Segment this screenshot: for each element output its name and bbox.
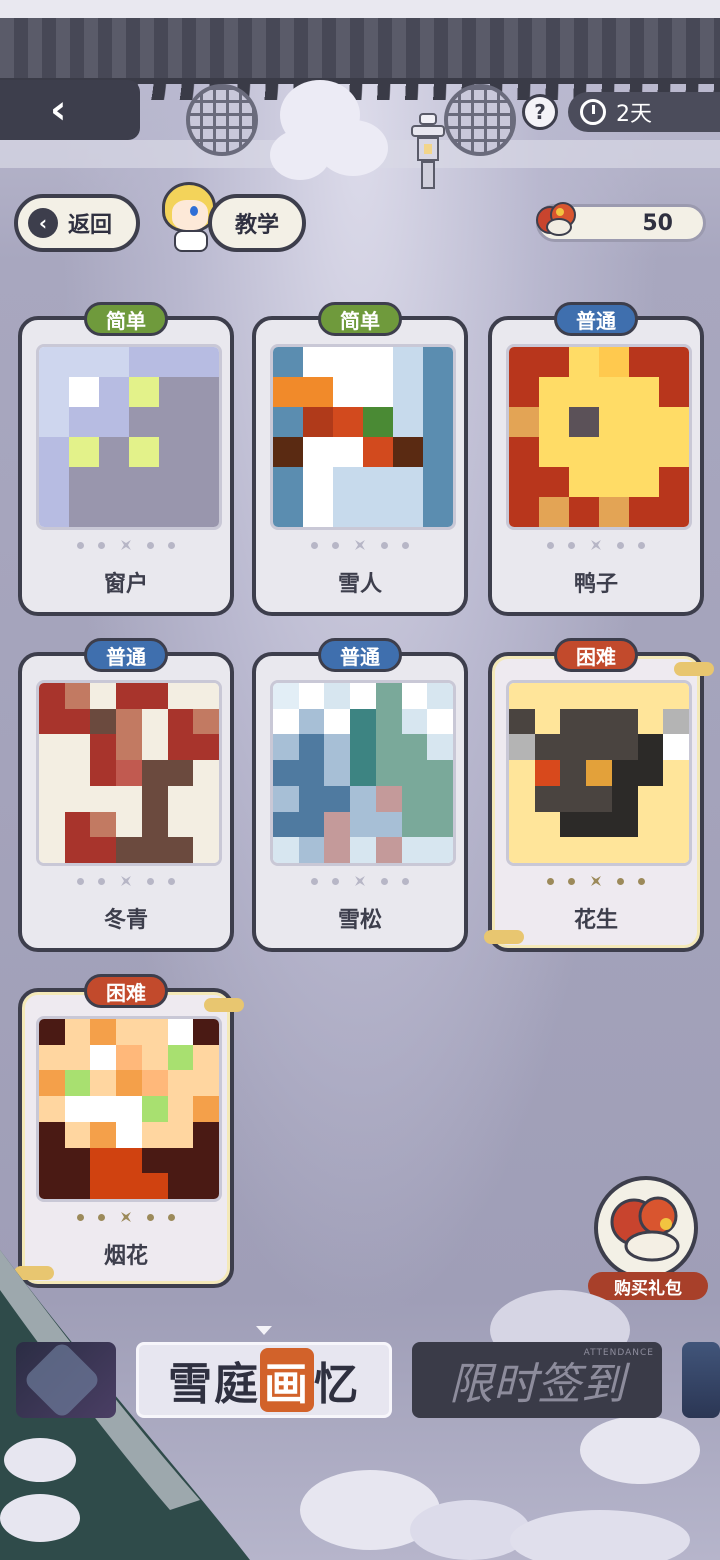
difficulty-badge: 普通	[318, 638, 402, 672]
event-timer: 2天	[568, 92, 720, 132]
puzzle-card-holly[interactable]: 普通 冬青	[18, 638, 234, 952]
puzzle-name: 雪人	[337, 572, 382, 597]
return-button[interactable]: ‹ 返回	[14, 194, 140, 252]
chevron-left-icon: ‹	[50, 87, 67, 133]
puzzle-name: 冬青	[103, 908, 148, 933]
lattice-window-ornament-right	[444, 84, 516, 156]
timer-text: 2天	[616, 102, 652, 127]
stone-lantern-icon	[411, 113, 445, 189]
difficulty-badge: 普通	[84, 638, 168, 672]
progress-dots	[22, 1210, 230, 1224]
red-flower-currency-icon	[534, 200, 576, 240]
puzzle-card-snowman[interactable]: 简单 雪人	[252, 302, 468, 616]
difficulty-badge: 简单	[84, 302, 168, 336]
progress-dots	[256, 538, 464, 552]
puzzle-card-duck[interactable]: 普通 鸭子	[488, 302, 704, 616]
puzzle-thumbnail-cedar	[270, 680, 456, 866]
snow-courtyard-title: 雪庭画忆	[168, 1348, 360, 1412]
gold-ribbon-decoration	[674, 662, 714, 676]
snowy-tree-decoration	[270, 80, 390, 190]
difficulty-badge: 简单	[318, 302, 402, 336]
event-banner-snow-courtyard[interactable]: 雪庭画忆	[136, 1342, 392, 1418]
puzzle-name: 窗户	[103, 572, 148, 597]
puzzle-name: 鸭子	[573, 572, 618, 597]
tutorial-button[interactable]: 教学	[208, 194, 306, 252]
help-button[interactable]: ?	[522, 94, 558, 130]
back-button[interactable]: ‹	[0, 80, 140, 140]
gold-ribbon-decoration	[204, 998, 244, 1012]
puzzle-name: 雪松	[337, 908, 382, 933]
puzzle-thumbnail-holly	[36, 680, 222, 866]
difficulty-badge: 普通	[554, 302, 638, 336]
puzzle-thumbnail-window	[36, 344, 222, 530]
puzzle-thumbnail-duck	[506, 344, 692, 530]
progress-dots	[256, 874, 464, 888]
puzzle-thumbnail-fireworks	[36, 1016, 222, 1202]
lattice-window-ornament-left	[186, 84, 258, 156]
event-banner-crystal[interactable]	[16, 1342, 116, 1418]
event-banner-next[interactable]	[682, 1342, 720, 1418]
difficulty-badge: 困难	[554, 638, 638, 672]
puzzle-name: 花生	[573, 908, 618, 933]
puzzle-thumbnail-snowman	[270, 344, 456, 530]
tiled-roof	[0, 0, 720, 100]
event-banner-limited-signin[interactable]: ATTENDANCE 限时签到	[412, 1342, 662, 1418]
currency-value: 50	[642, 210, 673, 236]
progress-dots	[22, 874, 230, 888]
difficulty-badge: 困难	[84, 974, 168, 1008]
puzzle-card-window[interactable]: 简单 窗户	[18, 302, 234, 616]
puzzle-thumbnail-peanut	[506, 680, 692, 866]
return-label: 返回	[68, 213, 113, 238]
selected-tab-indicator	[256, 1326, 272, 1335]
puzzle-card-peanut[interactable]: 困难 花生	[484, 638, 714, 952]
progress-dots	[22, 538, 230, 552]
tutorial-label: 教学	[234, 213, 279, 238]
clock-icon	[580, 99, 606, 125]
progress-dots	[492, 874, 700, 888]
attendance-subtitle: ATTENDANCE	[583, 1348, 654, 1358]
progress-dots	[492, 538, 700, 552]
puzzle-card-fireworks[interactable]: 困难 烟花	[14, 974, 244, 1288]
chevron-left-icon: ‹	[28, 208, 58, 238]
puzzle-card-cedar[interactable]: 普通 雪松	[252, 638, 468, 952]
